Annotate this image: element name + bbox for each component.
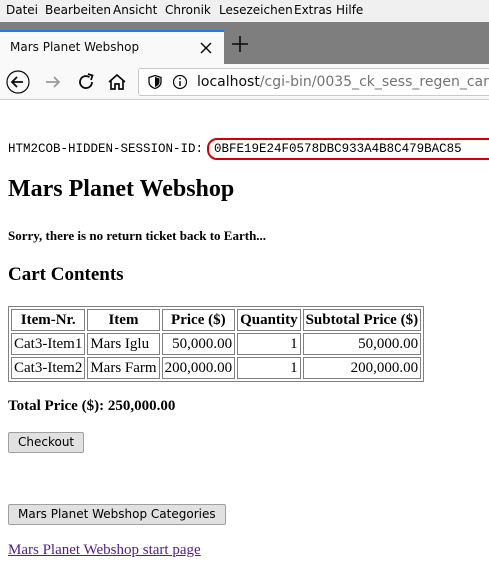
- url-host: localhost: [197, 74, 260, 90]
- new-tab-icon[interactable]: [230, 34, 250, 54]
- reload-icon[interactable]: [74, 70, 98, 94]
- cell-subtotal: 50,000.00: [302, 333, 422, 355]
- page-content: HTM2COB-HIDDEN-SESSION-ID: 0BFE19E24F0578…: [0, 100, 489, 574]
- url-path: /cgi-bin/0035_ck_sess_regen_cart_4: [259, 74, 489, 90]
- session-id-label: HTM2COB-HIDDEN-SESSION-ID:: [8, 142, 204, 156]
- table-row: Cat3-Item2 Mars Farm 200,000.00 1 200,00…: [11, 357, 422, 379]
- session-id-row: HTM2COB-HIDDEN-SESSION-ID: 0BFE19E24F0578…: [8, 138, 489, 160]
- header-quantity: Quantity: [237, 309, 301, 331]
- tab-strip: Mars Planet Webshop: [0, 22, 489, 64]
- close-icon[interactable]: [198, 40, 214, 56]
- menu-bearbeiten[interactable]: Bearbeiten: [45, 3, 111, 17]
- info-icon[interactable]: [172, 74, 188, 90]
- cart-heading: Cart Contents: [8, 264, 124, 285]
- cell-quantity: 1: [237, 333, 301, 355]
- menu-ansicht[interactable]: Ansicht: [113, 3, 157, 17]
- cell-price: 50,000.00: [161, 333, 236, 355]
- categories-button[interactable]: Mars Planet Webshop Categories: [8, 504, 226, 525]
- cell-item: Mars Farm: [87, 357, 160, 379]
- cart-table: Item-Nr. Item Price ($) Quantity Subtota…: [8, 306, 425, 382]
- cell-item-nr: Cat3-Item1: [11, 333, 86, 355]
- cell-price: 200,000.00: [161, 357, 236, 379]
- tagline: Sorry, there is no return ticket back to…: [8, 228, 267, 243]
- cell-quantity: 1: [237, 357, 301, 379]
- menu-lesezeichen[interactable]: Lesezeichen: [219, 3, 293, 17]
- start-page-link[interactable]: Mars Planet Webshop start page: [8, 542, 201, 559]
- menu-chronik[interactable]: Chronik: [165, 3, 211, 17]
- header-subtotal: Subtotal Price ($): [302, 309, 422, 331]
- address-bar[interactable]: localhost/cgi-bin/0035_ck_sess_regen_car…: [138, 68, 489, 96]
- cell-item-nr: Cat3-Item2: [11, 357, 86, 379]
- header-item-nr: Item-Nr.: [11, 309, 86, 331]
- url-text: localhost/cgi-bin/0035_ck_sess_regen_car…: [197, 74, 489, 90]
- home-icon[interactable]: [105, 70, 129, 94]
- menu-extras[interactable]: Extras: [294, 3, 332, 17]
- page-title: Mars Planet Webshop: [8, 176, 235, 202]
- cell-subtotal: 200,000.00: [302, 357, 422, 379]
- tracking-shield-icon[interactable]: [147, 74, 163, 90]
- tab-title: Mars Planet Webshop: [10, 40, 140, 54]
- menu-datei[interactable]: Datei: [6, 3, 38, 17]
- table-row: Cat3-Item1 Mars Iglu 50,000.00 1 50,000.…: [11, 333, 422, 355]
- forward-icon[interactable]: [41, 70, 65, 94]
- session-id-field[interactable]: 0BFE19E24F0578DBC933A4B8C479BAC85: [207, 138, 489, 160]
- table-header-row: Item-Nr. Item Price ($) Quantity Subtota…: [11, 309, 422, 331]
- header-price: Price ($): [161, 309, 236, 331]
- total-price: Total Price ($): 250,000.00: [8, 398, 176, 414]
- navigation-toolbar: localhost/cgi-bin/0035_ck_sess_regen_car…: [0, 64, 489, 100]
- cell-item: Mars Iglu: [87, 333, 160, 355]
- header-item: Item: [87, 309, 160, 331]
- tab-active[interactable]: Mars Planet Webshop: [0, 30, 224, 64]
- back-icon[interactable]: [6, 70, 30, 94]
- menu-hilfe[interactable]: Hilfe: [336, 3, 363, 17]
- checkout-button[interactable]: Checkout: [8, 432, 85, 453]
- menu-bar: Datei Bearbeiten Ansicht Chronik Lesezei…: [0, 0, 489, 22]
